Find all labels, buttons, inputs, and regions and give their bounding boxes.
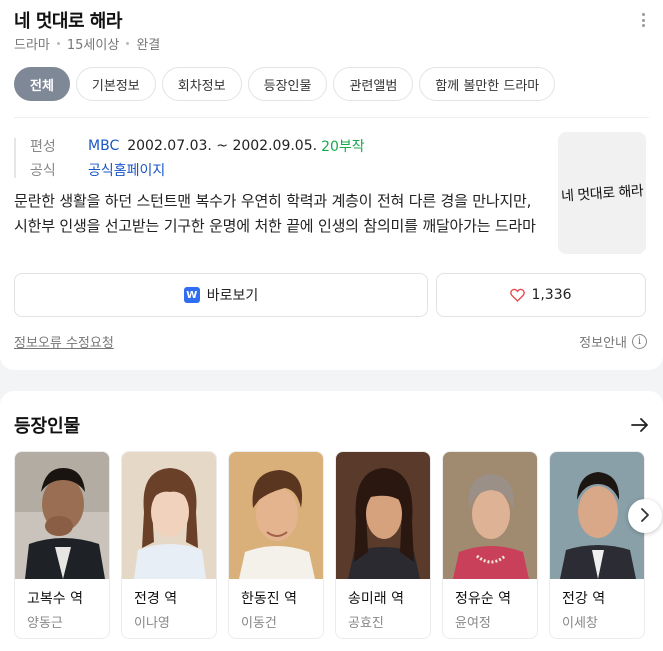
poster-title: 네 멋대로 해라 [560,183,644,205]
official-key: 공식 [30,163,56,179]
tab-related-albums[interactable]: 관련앨범 [333,67,414,101]
drama-title: 네 멋대로 해라 [14,11,122,32]
watch-label: 바로보기 [206,288,259,304]
cast-card-item[interactable]: 전경 역 이나영 [121,451,217,639]
more-options-icon[interactable] [637,10,649,30]
drama-meta: 드라마 15세이상 완결 [14,34,160,53]
info-icon: i [632,334,647,349]
cast-role: 전경 역 [134,591,178,607]
cast-role: 정유순 역 [455,591,511,607]
actor-photo [336,452,430,579]
cast-actor: 공효진 [348,616,384,631]
meta-separator [56,42,60,45]
cast-card: 등장인물 고복수 역 양동근 전경 역 이나영 한동진 역 이동건 송미래 역 … [0,391,663,651]
tab-episode-info[interactable]: 회차정보 [161,67,242,101]
cast-role: 고복수 역 [27,591,83,607]
cast-actor: 이나영 [134,616,170,631]
tab-bar: 전체 기본정보 회차정보 등장인물 관련앨범 함께 볼만한 드라마 [14,67,556,101]
tab-similar-dramas[interactable]: 함께 볼만한 드라마 [419,67,556,101]
official-row: 공식 공식홈페이지 [30,158,534,182]
watch-button[interactable]: W 바로보기 [14,273,428,317]
actor-photo [443,452,537,579]
cast-role: 송미래 역 [348,591,404,607]
like-button[interactable]: 1,336 [436,273,646,317]
actor-photo [122,452,216,579]
episode-count: 20부작 [321,139,365,155]
broadcast-key: 편성 [30,139,56,155]
broadcast-period: 2002.07.03. ~ 2002.09.05. [127,138,318,154]
watcha-logo-icon: W [183,287,200,303]
info-notice-label: 정보안내 [579,336,627,351]
actor-photo [229,452,323,579]
cast-card-item[interactable]: 한동진 역 이동건 [228,451,324,639]
drama-description: 문란한 생활을 하던 스턴트맨 복수가 우연히 학력과 계층이 전혀 다른 경을… [14,192,536,235]
info-notice-button[interactable]: 정보안내 i [579,332,647,351]
tab-basic-info[interactable]: 기본정보 [75,67,156,101]
broadcast-row: 편성 MBC 2002.07.03. ~ 2002.09.05. 20부작 [30,134,534,158]
like-count: 1,336 [531,287,572,303]
report-error-link[interactable]: 정보오류 수정요청 [14,332,114,351]
divider [14,117,649,118]
tab-cast[interactable]: 등장인물 [247,67,328,101]
tab-all[interactable]: 전체 [14,67,70,101]
arrow-right-icon[interactable] [631,417,649,433]
cast-card-item[interactable]: 송미래 역 공효진 [335,451,431,639]
drama-info-card: 네 멋대로 해라 드라마 15세이상 완결 전체 기본정보 회차정보 등장인물 … [0,0,663,370]
meta-status: 완결 [136,38,161,53]
cast-card-item[interactable]: 전강 역 이세창 [549,451,645,639]
cast-actor: 윤여정 [455,616,491,631]
cast-card-item[interactable]: 정유순 역 윤여정 [442,451,538,639]
cast-role: 한동진 역 [241,591,297,607]
meta-genre: 드라마 [14,38,50,53]
meta-rating: 15세이상 [66,38,120,53]
heart-icon [510,288,526,302]
cast-actor: 양동근 [27,616,63,631]
cast-actor: 이세창 [562,616,598,631]
cast-next-button[interactable] [628,499,662,533]
info-accent-bar [14,138,16,178]
cast-role: 전강 역 [562,591,606,607]
official-homepage-link[interactable]: 공식홈페이지 [88,160,165,180]
broadcaster-link[interactable]: MBC [88,138,119,154]
broadcast-info: 편성 MBC 2002.07.03. ~ 2002.09.05. 20부작 공식… [14,134,534,182]
cast-list: 고복수 역 양동근 전경 역 이나영 한동진 역 이동건 송미래 역 공효진 정… [14,451,645,639]
drama-poster[interactable]: 네 멋대로 해라 [558,132,646,254]
chevron-right-icon [640,507,650,526]
actor-photo [15,452,109,579]
meta-separator [126,42,130,45]
cast-card-item[interactable]: 고복수 역 양동근 [14,451,110,639]
cast-section-title: 등장인물 [14,416,81,437]
cast-actor: 이동건 [241,616,277,631]
